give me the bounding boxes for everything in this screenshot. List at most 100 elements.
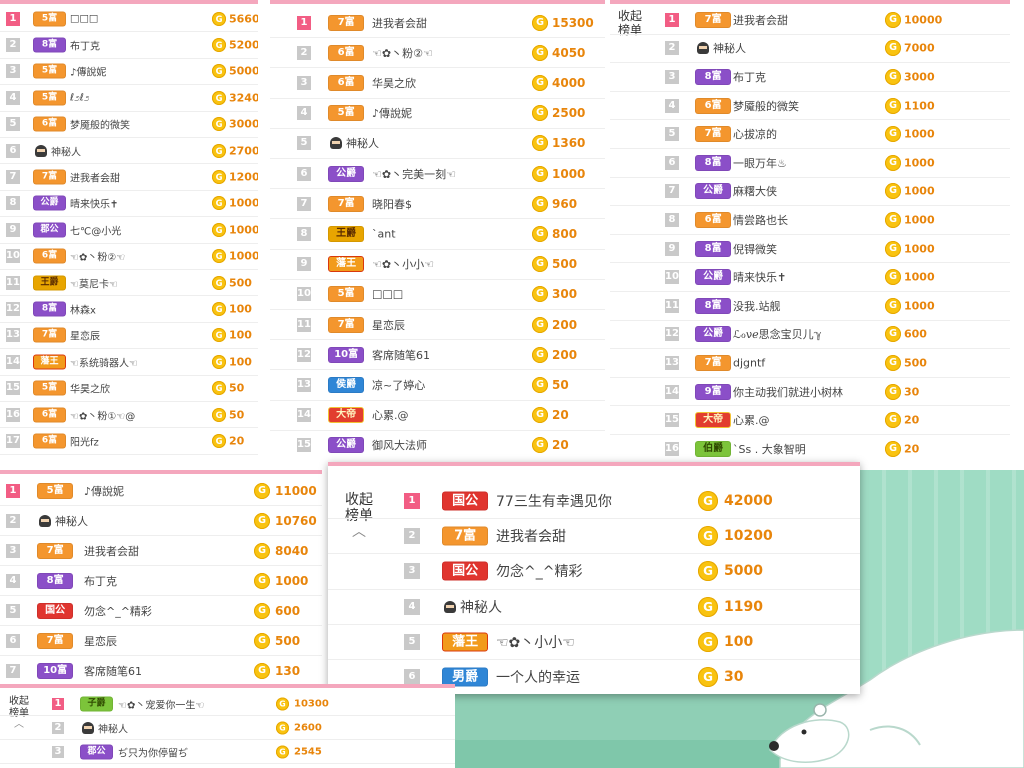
ranking-row[interactable]: 10 5富 □□□ G 300	[270, 280, 605, 310]
ranking-row[interactable]: 9 藩王 ☜✿丶小小☜ G 500	[270, 250, 605, 280]
ranking-row[interactable]: 4 5富 ♪傳說妮 G 2500	[270, 99, 605, 129]
ranking-row[interactable]: 1 子爵 ☜✿丶宠爱你一生☜ G 10300	[0, 692, 455, 716]
rank-title-badge: 藩王	[328, 256, 365, 273]
ranking-row[interactable]: 12 8富 林森x G 100	[0, 296, 258, 323]
user-name: ♪傳說妮	[372, 107, 413, 121]
user-name: 布丁克	[70, 41, 100, 53]
ranking-row[interactable]: 8 6富 情尝路也长 G 1000	[610, 206, 1010, 235]
ranking-row[interactable]: 6 神秘人 G 2700	[0, 138, 258, 165]
ranking-row[interactable]: 7 公爵 麻糬大侠 G 1000	[610, 178, 1010, 207]
rank-title-badge: 藩王	[442, 632, 489, 652]
user-name: 神秘人	[98, 724, 128, 735]
user-name: □□□	[372, 287, 404, 301]
ranking-row[interactable]: 14 9富 你主动我们就进小树林 G 30	[610, 378, 1010, 407]
user-name: ♪傳說妮	[84, 484, 125, 498]
ranking-row[interactable]: 11 8富 没我.站舰 G 1000	[610, 292, 1010, 321]
gold-coin-icon: G	[885, 126, 901, 143]
ranking-row[interactable]: 2 神秘人 G 2600	[0, 716, 455, 740]
ranking-row[interactable]: 1 7富 进我者会甜 G 15300	[270, 8, 605, 39]
ninja-avatar-icon	[82, 721, 94, 734]
user-name: 神秘人	[55, 514, 88, 528]
ranking-row[interactable]: 4 神秘人 G 1190	[328, 590, 860, 625]
user-name: ☜✿丶宠爱你一生☜	[118, 700, 205, 711]
ranking-row[interactable]: 3 郡公 ぢ只为你停留ぢ G 2545	[0, 740, 455, 764]
ranking-row[interactable]: 14 大帝 心累.@ G 20	[270, 401, 605, 431]
user-name: 进我者会甜	[496, 529, 566, 546]
ranking-row[interactable]: 5 神秘人 G 1360	[270, 129, 605, 159]
ranking-row[interactable]: 3 6富 华昊之欣 G 4000	[270, 68, 605, 99]
gift-value: 5000	[724, 563, 763, 580]
ranking-row[interactable]: 11 王爵 ☜莫尼卡☜ G 500	[0, 270, 258, 297]
ranking-row[interactable]: 7 10富 客席随笔61 G 130	[0, 656, 322, 680]
user-name: 情尝路也长	[733, 213, 788, 227]
rank-title-badge: 7富	[37, 542, 74, 559]
rank-number: 6	[6, 633, 20, 648]
ranking-row[interactable]: 8 王爵 `ant G 800	[270, 219, 605, 250]
ranking-row[interactable]: 1 国公 77三生有幸遇见你 G 42000	[328, 484, 860, 520]
gift-value: 1000	[904, 299, 935, 313]
rank-title-badge: 公爵	[328, 165, 365, 182]
ranking-row[interactable]: 10 6富 ☜✿丶粉②☜ G 1000	[0, 244, 258, 270]
gift-value: 50	[229, 381, 245, 395]
rank-title-badge: 7富	[33, 327, 66, 343]
ranking-row[interactable]: 13 7富 djgntf G 500	[610, 349, 1010, 378]
ranking-row[interactable]: 7 7富 晓阳春$ G 960	[270, 189, 605, 220]
ranking-row[interactable]: 2 8富 布丁克 G 5200	[0, 32, 258, 59]
ranking-row[interactable]: 9 郡公 七℃@小光 G 1000	[0, 217, 258, 244]
gift-value: 100	[724, 633, 754, 650]
user-name: 晴来快乐✝	[70, 199, 119, 211]
ranking-row[interactable]: 15 5富 华昊之欣 G 50	[0, 376, 258, 402]
ranking-row[interactable]: 5 国公 勿念^_^精彩 G 600	[0, 596, 322, 626]
user-name: 进我者会甜	[733, 13, 788, 27]
ranking-row[interactable]: 17 6富 阳光fz G 20	[0, 428, 258, 455]
ranking-row[interactable]: 4 6富 梦魇般的微笑 G 1100	[610, 92, 1010, 121]
user-name: 梦魇般的微笑	[70, 120, 130, 132]
user-name: 华昊之欣	[372, 76, 416, 90]
user-name: 七℃@小光	[70, 226, 122, 238]
ranking-panel-1: 1 5富 □□□ G 5660 2 8富 布丁克 G 5200 3 5富 ♪傳說妮 G 5000 4 5富 ℓ೨ℓ…	[0, 0, 258, 455]
ranking-row[interactable]: 5 6富 梦魇般的微笑 G 3000	[0, 112, 258, 138]
rank-number: 1	[6, 483, 20, 498]
ranking-row[interactable]: 6 7富 星恋辰 G 500	[0, 626, 322, 656]
ranking-row[interactable]: 2 6富 ☜✿丶粉②☜ G 4050	[270, 38, 605, 69]
rank-number: 8	[297, 226, 311, 241]
ranking-panel-5: 收起榜单 ︿ 1 国公 77三生有幸遇见你 G 42000 2 7富 进我者会甜 G 10200 3…	[328, 462, 860, 694]
ranking-row[interactable]: 4 5富 ℓ೨ℓ೨ G 3240	[0, 85, 258, 112]
ranking-row[interactable]: 14 藩王 ☜系统骑器人☜ G 100	[0, 349, 258, 376]
ranking-row[interactable]: 3 5富 ♪傳說妮 G 5000	[0, 59, 258, 86]
ranking-row[interactable]: 11 7富 星恋辰 G 200	[270, 310, 605, 341]
ranking-row[interactable]: 6 8富 一眼万年♨ G 1000	[610, 149, 1010, 178]
user-name: djgntf	[733, 356, 766, 370]
rank-number: 9	[297, 257, 311, 272]
ranking-row[interactable]: 16 伯爵 ˋSs . 大象智明 G 20	[610, 435, 1010, 462]
ranking-row[interactable]: 5 藩王 ☜✿丶小小☜ G 100	[328, 625, 860, 660]
ranking-row[interactable]: 7 7富 进我者会甜 G 1200	[0, 164, 258, 191]
ranking-row[interactable]: 4 8富 布丁克 G 1000	[0, 566, 322, 596]
ranking-row[interactable]: 12 公爵 ℒℴνℯ思念宝贝儿ℽ G 600	[610, 321, 1010, 350]
ranking-row[interactable]: 16 6富 ☜✿丶粉①☜@ G 50	[0, 402, 258, 429]
ranking-row[interactable]: 2 7富 进我者会甜 G 10200	[328, 519, 860, 555]
ranking-row[interactable]: 10 公爵 晴来快乐✝ G 1000	[610, 263, 1010, 292]
ranking-row[interactable]: 13 侯爵 凉~了婷心 G 50	[270, 370, 605, 401]
ranking-row[interactable]: 3 7富 进我者会甜 G 8040	[0, 536, 322, 566]
ranking-row[interactable]: 2 神秘人 G 10760	[0, 506, 322, 536]
rank-title-badge: 5富	[328, 286, 365, 303]
ranking-row[interactable]: 13 7富 星恋辰 G 100	[0, 323, 258, 350]
rank-title-badge: 国公	[37, 602, 74, 619]
user-name: ぢ只为你停留ぢ	[118, 748, 188, 759]
ranking-row[interactable]: 1 5富 ♪傳說妮 G 11000	[0, 476, 322, 506]
ranking-row[interactable]: 8 公爵 晴来快乐✝ G 1000	[0, 191, 258, 218]
user-name: 你主动我们就进小树林	[733, 385, 843, 399]
ranking-row[interactable]: 1 5富 □□□ G 5660	[0, 6, 258, 33]
ranking-row[interactable]: 1 7富 进我者会甜 G 10000	[610, 6, 1010, 35]
ranking-row[interactable]: 5 7富 心拔凉的 G 1000	[610, 120, 1010, 149]
gold-coin-icon: G	[885, 354, 901, 371]
ranking-row[interactable]: 15 公爵 御风大法师 G 20	[270, 431, 605, 455]
ranking-row[interactable]: 3 国公 勿念^_^精彩 G 5000	[328, 554, 860, 590]
ranking-row[interactable]: 2 神秘人 G 7000	[610, 35, 1010, 64]
ranking-row[interactable]: 3 8富 布丁克 G 3000	[610, 63, 1010, 92]
ranking-row[interactable]: 6 公爵 ☜✿丶完美一刻☜ G 1000	[270, 159, 605, 190]
ranking-row[interactable]: 12 10富 客席随笔61 G 200	[270, 340, 605, 371]
ranking-row[interactable]: 9 8富 倪锝微笑 G 1000	[610, 235, 1010, 264]
ranking-row[interactable]: 15 大帝 心累.@ G 20	[610, 406, 1010, 435]
